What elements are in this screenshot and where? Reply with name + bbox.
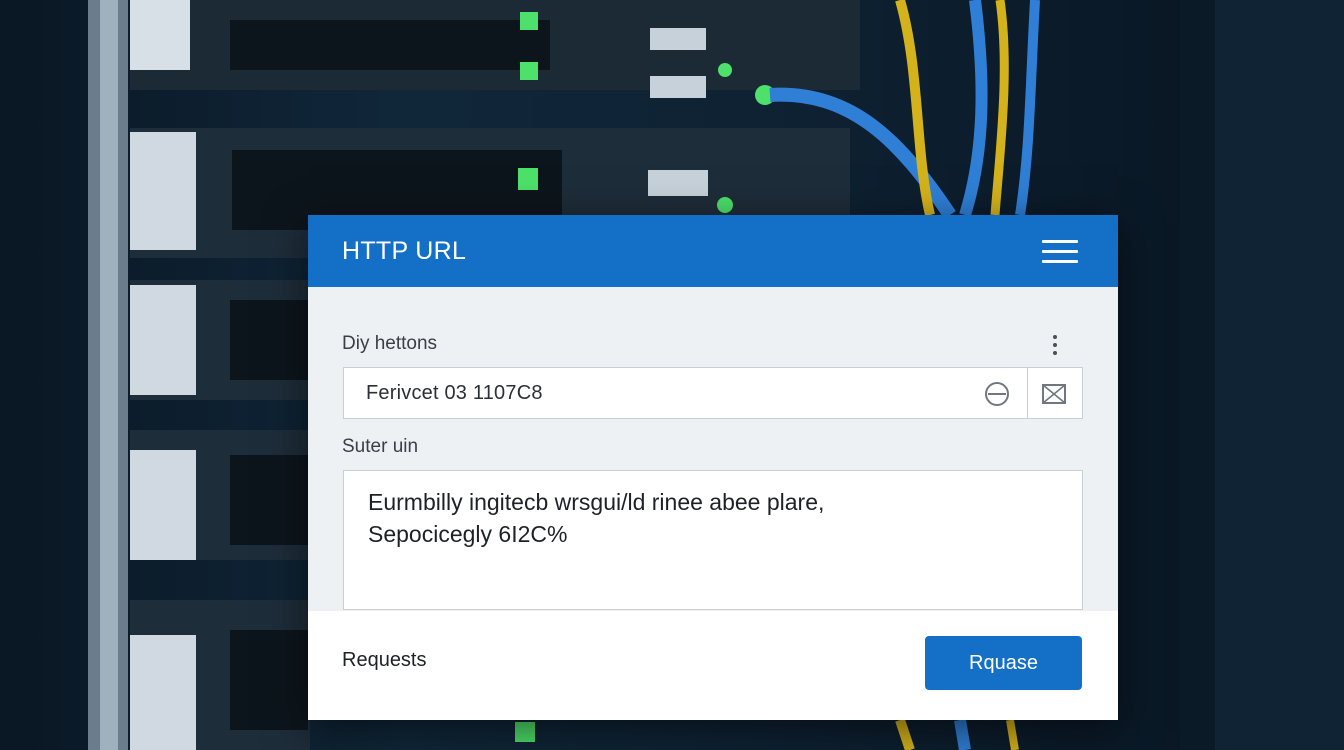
url-section-label: Diy hettons	[342, 333, 438, 354]
body-text-line: Sepocicegly 6I2C%	[368, 521, 568, 547]
server-unit	[130, 600, 310, 750]
circle-minus-icon[interactable]	[984, 381, 1010, 407]
http-url-dialog: HTTP URL Diy hettons Ferivcet 03 1107C8	[308, 215, 1118, 720]
server-unit	[130, 430, 310, 560]
requests-label: Requests	[342, 649, 427, 671]
request-body-textarea[interactable]: Eurmbilly ingitecb wrsgui/ld rinee abee …	[343, 470, 1083, 610]
envelope-icon[interactable]	[1041, 381, 1067, 407]
url-input[interactable]: Ferivcet 03 1107C8	[343, 367, 1083, 419]
dialog-header: HTTP URL	[308, 215, 1118, 287]
vertical-ellipsis-icon[interactable]	[1045, 331, 1065, 359]
server-unit	[130, 0, 860, 105]
dialog-footer: Requests Rquase	[308, 611, 1118, 720]
hamburger-menu-icon[interactable]	[1040, 237, 1080, 267]
body-text-line: Eurmbilly ingitecb wrsgui/ld rinee abee …	[368, 489, 825, 515]
url-input-value: Ferivcet 03 1107C8	[366, 382, 543, 404]
server-unit	[130, 280, 310, 400]
dialog-title: HTTP URL	[342, 237, 467, 265]
send-request-button[interactable]: Rquase	[925, 636, 1082, 690]
body-section-label: Suter uin	[342, 436, 419, 457]
url-field-divider	[1027, 368, 1028, 418]
